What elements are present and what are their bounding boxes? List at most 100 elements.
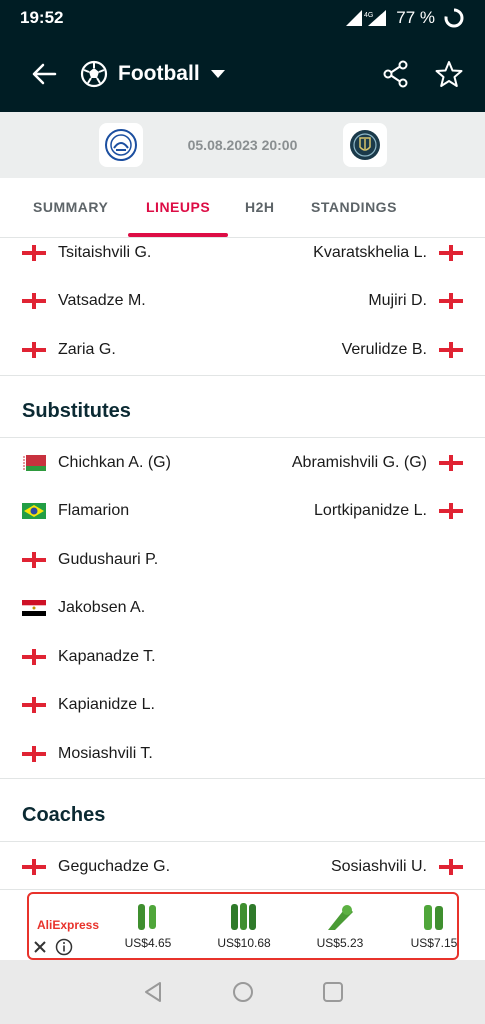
home-player[interactable]: Zaria G. [58, 341, 116, 359]
ad-product[interactable]: US$7.15 [395, 900, 458, 950]
georgia-flag-icon [439, 503, 463, 519]
sport-selector[interactable]: Football [80, 60, 226, 88]
plant-image-icon [424, 905, 443, 930]
home-player[interactable]: Jakobsen A. [58, 599, 145, 617]
georgia-flag-icon [439, 859, 463, 875]
ad-price: US$5.23 [316, 936, 364, 950]
georgia-flag-icon [22, 245, 46, 261]
home-player[interactable]: Vatsadze M. [58, 292, 146, 310]
info-icon[interactable] [55, 938, 73, 956]
away-player[interactable]: Abramishvili G. (G) [292, 454, 427, 472]
lineup-row: Zaria G. Verulidze B. [0, 326, 485, 374]
star-icon[interactable] [435, 60, 463, 88]
substitute-row: Kapanadze T. [0, 633, 485, 681]
georgia-flag-icon [22, 697, 46, 713]
lineup-row: Tsitaishvili G. Kvaratskhelia L. [0, 238, 485, 277]
system-nav-bar [0, 960, 485, 1024]
home-player[interactable]: Kapianidze L. [58, 696, 155, 714]
away-coach[interactable]: Sosiashvili U. [331, 858, 427, 876]
divider [0, 889, 485, 890]
signal-icon: 4G [346, 10, 387, 26]
away-player[interactable]: Lortkipanidze L. [314, 502, 427, 520]
back-button[interactable] [24, 54, 64, 94]
home-coach[interactable]: Geguchadze G. [58, 858, 170, 876]
ad-price: US$7.15 [410, 936, 458, 950]
plant-image-icon [328, 905, 353, 930]
georgia-flag-icon [439, 455, 463, 471]
nav-recents-icon[interactable] [321, 980, 345, 1004]
belarus-flag-icon [22, 455, 46, 471]
georgia-flag-icon [22, 649, 46, 665]
substitute-row: Mosiashvili T. [0, 730, 485, 778]
network-type: 4G [364, 12, 373, 19]
soccer-ball-icon [80, 60, 108, 88]
share-icon[interactable] [383, 60, 409, 88]
away-player[interactable]: Kvaratskhelia L. [313, 244, 427, 262]
home-player[interactable]: Flamarion [58, 502, 129, 520]
tab-summary[interactable]: SUMMARY [33, 178, 108, 236]
home-player[interactable]: Chichkan A. (G) [58, 454, 171, 472]
substitute-row: Chichkan A. (G) Abramishvili G. (G) [0, 439, 485, 487]
lineups-content[interactable]: Tsitaishvili G. Kvaratskhelia L. Vatsadz… [0, 238, 485, 890]
substitute-row: Flamarion Lortkipanidze L. [0, 487, 485, 535]
away-team-logo[interactable] [342, 123, 387, 167]
georgia-flag-icon [22, 293, 46, 309]
sport-title: Football [118, 62, 200, 85]
tab-h2h[interactable]: H2H [245, 178, 275, 236]
tab-standings[interactable]: STANDINGS [311, 178, 397, 236]
divider [0, 437, 485, 438]
home-player[interactable]: Kapanadze T. [58, 648, 156, 666]
plant-image-icon [231, 903, 256, 930]
georgia-flag-icon [439, 293, 463, 309]
back-arrow-icon [32, 63, 57, 85]
nav-home-icon[interactable] [231, 980, 255, 1004]
divider [0, 841, 485, 842]
match-header: 05.08.2023 20:00 [0, 112, 485, 178]
ad-banner[interactable]: AliExpress US$4.65 US$10.68 US$5.23 US$7… [27, 892, 459, 960]
home-player[interactable]: Tsitaishvili G. [58, 244, 151, 262]
ad-controls [33, 938, 73, 956]
plant-image-icon [138, 904, 156, 930]
tab-lineups[interactable]: LINEUPS [146, 178, 210, 236]
active-tab-indicator [128, 233, 228, 237]
ad-product[interactable]: US$4.65 [109, 900, 187, 950]
ad-price: US$10.68 [217, 936, 271, 950]
status-time: 19:52 [20, 8, 64, 27]
ad-product[interactable]: US$10.68 [205, 900, 283, 950]
substitute-row: Jakobsen A. [0, 584, 485, 632]
away-player[interactable]: Mujiri D. [368, 292, 427, 310]
app-bar: Football [0, 36, 485, 112]
battery-percent: 77 % [396, 8, 435, 27]
away-crest-icon [349, 130, 380, 160]
match-tabs: SUMMARY LINEUPS H2H STANDINGS [0, 178, 485, 238]
home-player[interactable]: Mosiashvili T. [58, 745, 153, 763]
ad-price: US$4.65 [124, 936, 172, 950]
georgia-flag-icon [22, 859, 46, 875]
georgia-flag-icon [22, 746, 46, 762]
home-team-logo[interactable] [98, 123, 143, 167]
georgia-flag-icon [439, 245, 463, 261]
home-player[interactable]: Gudushauri P. [58, 551, 158, 569]
divider [0, 778, 485, 779]
divider [0, 375, 485, 376]
egypt-flag-icon [22, 600, 46, 616]
georgia-flag-icon [22, 552, 46, 568]
coaches-title: Coaches [22, 804, 106, 826]
status-bar: 19:52 4G 77 % [0, 0, 485, 36]
brazil-flag-icon [22, 503, 46, 519]
lineup-row: Vatsadze M. Mujiri D. [0, 277, 485, 325]
ad-brand: AliExpress [37, 918, 100, 932]
coach-row: Geguchadze G. Sosiashvili U. [0, 843, 485, 890]
status-indicators: 4G 77 % [344, 7, 465, 29]
ad-product[interactable]: US$5.23 [301, 900, 379, 950]
substitute-row: Kapianidze L. [0, 681, 485, 729]
close-icon[interactable] [33, 940, 47, 954]
nav-back-icon[interactable] [141, 980, 165, 1004]
battery-icon [444, 8, 464, 28]
substitute-row: Gudushauri P. [0, 536, 485, 584]
georgia-flag-icon [22, 342, 46, 358]
georgia-flag-icon [439, 342, 463, 358]
home-crest-icon [104, 129, 137, 161]
away-player[interactable]: Verulidze B. [342, 341, 427, 359]
substitutes-title: Substitutes [22, 400, 131, 422]
